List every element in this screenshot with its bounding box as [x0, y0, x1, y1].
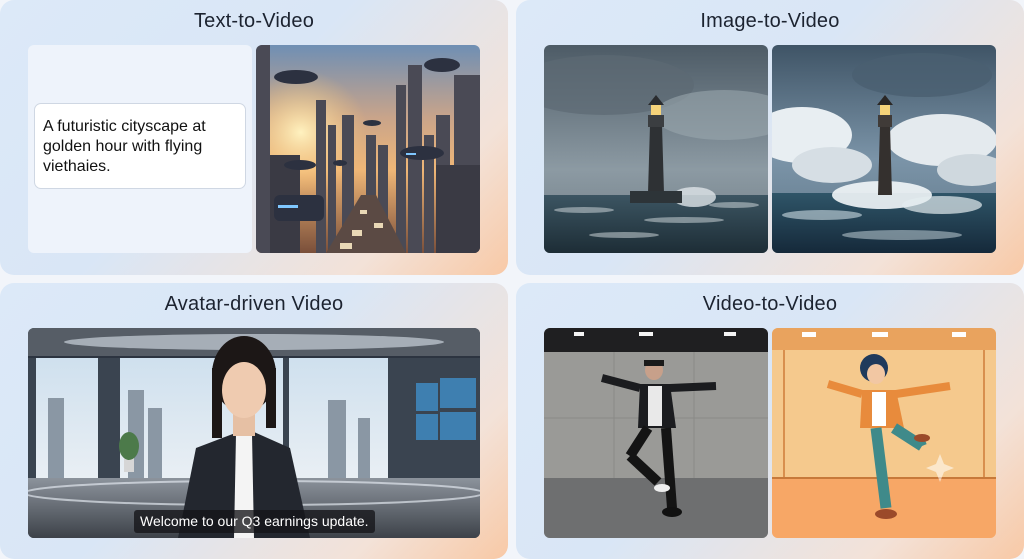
cityscape-output-image: [256, 45, 480, 253]
lighthouse-source-image: [544, 45, 768, 253]
avatar-driven-video-card[interactable]: Avatar-driven Video Welcome to our Q3 ea…: [0, 283, 508, 559]
avatar-studio-video[interactable]: [28, 328, 480, 538]
prompt-area: A futuristic cityscape at golden hour wi…: [28, 45, 252, 253]
card-title-image-to-video: Image-to-Video: [700, 10, 840, 32]
dancer-source-video[interactable]: [544, 328, 768, 538]
video-to-video-card[interactable]: Video-to-Video: [516, 283, 1024, 559]
image-to-video-card[interactable]: Image-to-Video: [516, 0, 1024, 275]
card-title-text-to-video: Text-to-Video: [193, 10, 315, 32]
dancer-anime-output-video[interactable]: [772, 328, 996, 538]
lighthouse-output-image: [772, 45, 996, 253]
card-title-video-to-video: Video-to-Video: [702, 293, 838, 315]
prompt-input[interactable]: A futuristic cityscape at golden hour wi…: [34, 103, 246, 189]
text-to-video-card[interactable]: Text-to-Video A futuristic cityscape at …: [0, 0, 508, 275]
subtitle-caption: Welcome to our Q3 earnings update.: [134, 510, 375, 533]
card-title-avatar-driven-video: Avatar-driven Video: [164, 293, 344, 315]
